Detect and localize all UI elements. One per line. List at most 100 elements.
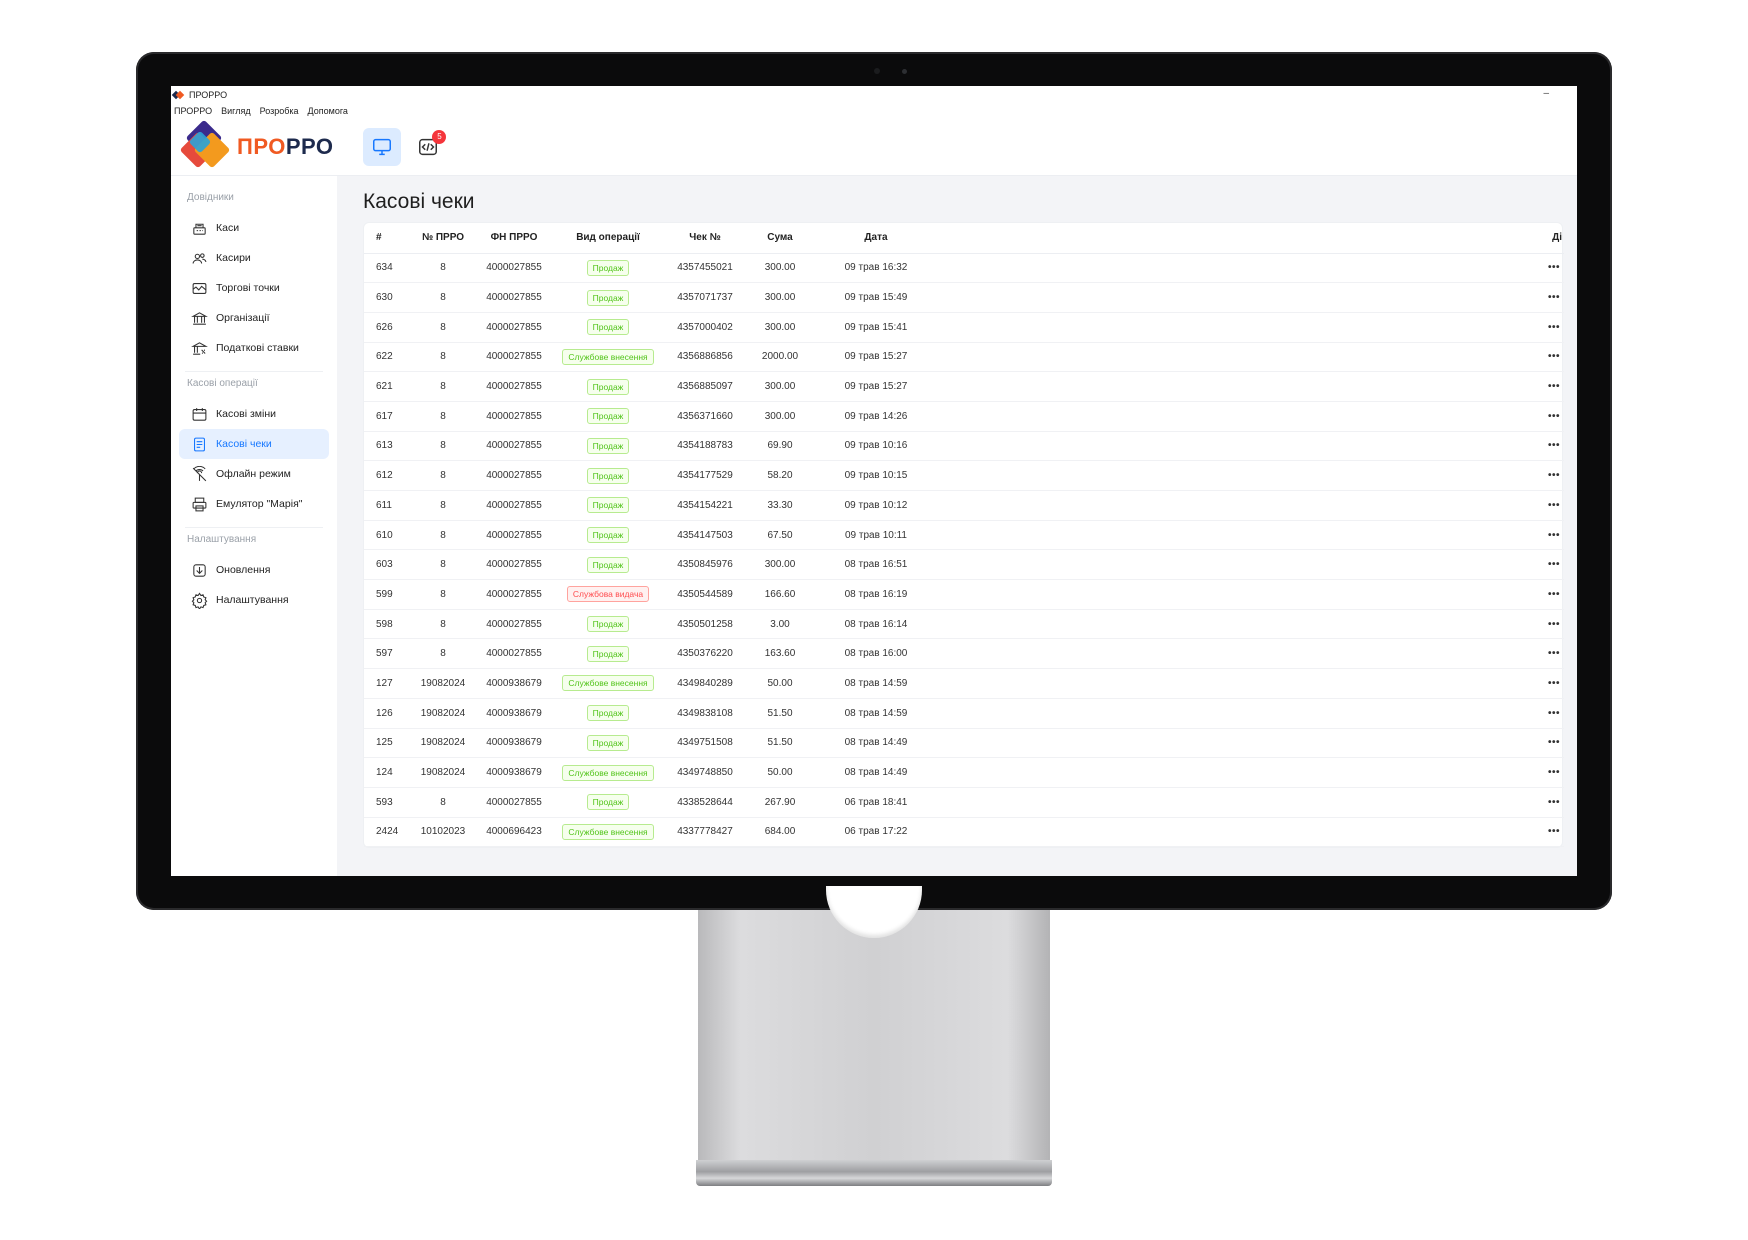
cell-6: 08 трав 14:59 [812, 698, 940, 729]
table-row[interactable]: 610 8 4000027855 Продаж 4354147503 67.50 09 тр… [364, 520, 1564, 551]
cell-4: 4349840289 [662, 668, 748, 699]
table-row[interactable]: 127 19082024 4000938679 Службове внесення 43… [364, 668, 1564, 699]
table-row[interactable]: 613 8 4000027855 Продаж 4354188783 69.90 09 тр… [364, 431, 1564, 462]
sidebar-item-tax[interactable]: Податкові ставки [179, 333, 329, 363]
cell-5: 51.50 [748, 728, 812, 759]
operation-type-tag: Продаж [586, 319, 630, 336]
sidebar-group-label: Касові операції [187, 378, 258, 389]
cell-4: 4354147503 [662, 520, 748, 551]
cell-0: 622 [364, 342, 412, 373]
developer-button[interactable]: 5 [409, 128, 447, 166]
table-row[interactable]: 626 8 4000027855 Продаж 4357000402 300.00 09 т… [364, 312, 1564, 343]
table-row[interactable]: 598 8 4000027855 Продаж 4350501258 3.00 08 тра… [364, 609, 1564, 640]
calendar-icon [192, 407, 207, 421]
row-actions-button[interactable]: ••• [940, 371, 1564, 402]
table-row[interactable]: 617 8 4000027855 Продаж 4356371660 300.00 09 т… [364, 401, 1564, 432]
row-actions-button[interactable]: ••• [940, 401, 1564, 432]
menu-item-2[interactable]: Розробка [260, 106, 299, 116]
row-actions-button[interactable]: ••• [940, 579, 1564, 610]
sidebar-item-label: Касові зміни [216, 408, 277, 420]
menu-item-0[interactable]: ПРОРРО [174, 106, 212, 116]
operation-type-tag: Продаж [586, 616, 630, 633]
table-row[interactable]: 597 8 4000027855 Продаж 4350376220 163.60 08 т… [364, 638, 1564, 670]
sidebar-item-receipt[interactable]: Касові чеки [179, 429, 329, 459]
sidebar-item-gear[interactable]: Налаштування [179, 585, 329, 615]
column-header-3: Вид операції [554, 223, 662, 254]
row-actions-button[interactable]: ••• [940, 787, 1564, 818]
table-row[interactable]: 2424 10102023 4000696423 Службове внесення 4… [364, 817, 1564, 848]
table-row[interactable]: 126 19082024 4000938679 Продаж 4349838108 51.… [364, 698, 1564, 729]
table-row[interactable]: 630 8 4000027855 Продаж 4357071737 300.00 09 т… [364, 282, 1564, 313]
sidebar-item-users[interactable]: Касири [179, 243, 329, 273]
row-actions-button[interactable]: ••• [940, 460, 1564, 491]
cell-6: 09 трав 15:41 [812, 312, 940, 343]
table-row[interactable]: 611 8 4000027855 Продаж 4354154221 33.30 09 тр… [364, 490, 1564, 521]
sidebar-item-cash-register[interactable]: Каси [179, 213, 329, 243]
cell-3: Продаж [554, 490, 662, 521]
sidebar-item-download[interactable]: Оновлення [179, 555, 329, 585]
row-actions-button[interactable]: ••• [940, 342, 1564, 373]
cell-2: 4000027855 [474, 579, 554, 610]
cell-5: 2000.00 [748, 342, 812, 373]
table-row[interactable]: 124 19082024 4000938679 Службове внесення 43… [364, 757, 1564, 788]
minimize-button[interactable]: – [1543, 88, 1549, 99]
row-actions-button[interactable]: ••• [940, 520, 1564, 551]
row-actions-button[interactable]: ••• [940, 549, 1564, 581]
monitor-view-button[interactable] [363, 127, 402, 166]
row-actions-button[interactable]: ••• [940, 757, 1564, 788]
camera-lens [902, 69, 907, 74]
table-row[interactable]: 634 8 4000027855 Продаж 4357455021 300.00 09 т… [364, 253, 1564, 284]
row-actions-button[interactable]: ••• [940, 668, 1564, 699]
cell-0: 598 [364, 609, 412, 640]
row-actions-button[interactable]: ••• [940, 728, 1564, 759]
cell-0: 613 [364, 431, 412, 462]
sidebar-item-offline[interactable]: Офлайн режим [179, 459, 329, 489]
cell-6: 08 трав 14:49 [812, 757, 940, 788]
menu-item-1[interactable]: Вигляд [221, 106, 251, 116]
operation-type-tag: Продаж [586, 408, 630, 425]
row-actions-button[interactable]: ••• [940, 817, 1564, 848]
sidebar-item-shop[interactable]: Торгові точки [179, 273, 329, 303]
sidebar-item-printer[interactable]: Емулятор "Марія" [179, 489, 329, 519]
table-row[interactable]: 622 8 4000027855 Службове внесення 435688685… [364, 342, 1564, 373]
cell-2: 4000027855 [474, 342, 554, 373]
cell-5: 58.20 [748, 460, 812, 491]
row-actions-button[interactable]: ••• [940, 698, 1564, 729]
cell-4: 4350544589 [662, 579, 748, 610]
row-actions-button[interactable]: ••• [940, 490, 1564, 521]
column-header-4: Чек № [662, 223, 748, 254]
sidebar-item-bank[interactable]: Організації [179, 303, 329, 333]
cell-0: 617 [364, 401, 412, 432]
cell-1: 8 [412, 490, 474, 521]
operation-type-tag: Службове внесення [562, 764, 654, 781]
row-actions-button[interactable]: ••• [940, 431, 1564, 462]
row-actions-button[interactable]: ••• [940, 638, 1564, 670]
menu-item-3[interactable]: Допомога [308, 106, 348, 116]
cell-5: 163.60 [748, 638, 812, 670]
table-row[interactable]: 621 8 4000027855 Продаж 4356885097 300.00 09 т… [364, 371, 1564, 402]
cell-6: 06 трав 18:41 [812, 787, 940, 818]
cell-1: 8 [412, 579, 474, 610]
sidebar-item-label: Офлайн режим [216, 468, 291, 480]
table-row[interactable]: 612 8 4000027855 Продаж 4354177529 58.20 09 тр… [364, 460, 1564, 491]
table-row[interactable]: 593 8 4000027855 Продаж 4338528644 267.90 06 т… [364, 787, 1564, 818]
table-row[interactable]: 599 8 4000027855 Службова видача 4350544589 1… [364, 579, 1564, 610]
row-actions-button[interactable]: ••• [940, 312, 1564, 343]
operation-type-tag: Службове внесення [562, 675, 654, 692]
table-row[interactable]: 603 8 4000027855 Продаж 4350845976 300.00 08 т… [364, 549, 1564, 581]
cell-5: 300.00 [748, 371, 812, 402]
column-header-0: # [364, 223, 412, 254]
cell-5: 67.50 [748, 520, 812, 551]
cell-4: 4356885097 [662, 371, 748, 402]
sidebar-item-calendar[interactable]: Касові зміни [179, 399, 329, 429]
cell-1: 8 [412, 549, 474, 581]
cell-3: Службове внесення [554, 817, 662, 848]
table-row[interactable]: 125 19082024 4000938679 Продаж 4349751508 51.… [364, 728, 1564, 759]
cell-1: 8 [412, 431, 474, 462]
column-header-1: № ПРРО [412, 223, 474, 254]
row-actions-button[interactable]: ••• [940, 282, 1564, 313]
operation-type-tag: Продаж [586, 556, 630, 573]
row-actions-button[interactable]: ••• [940, 253, 1564, 284]
monitor-icon [373, 138, 392, 155]
row-actions-button[interactable]: ••• [940, 609, 1564, 640]
